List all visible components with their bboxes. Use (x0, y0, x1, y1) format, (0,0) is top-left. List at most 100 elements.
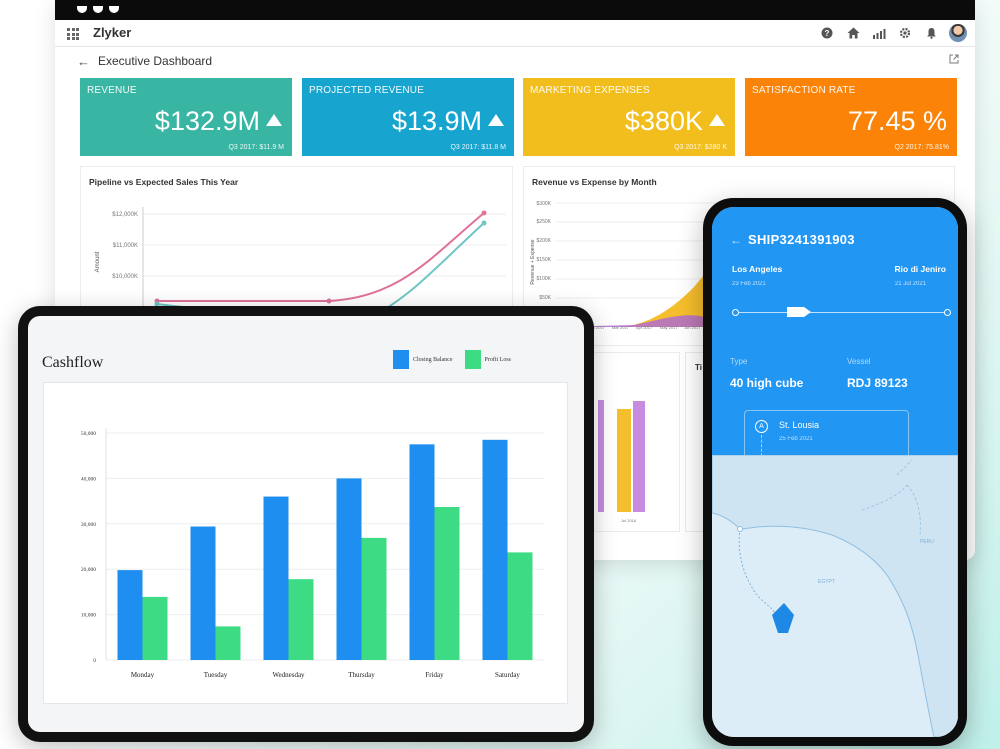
route-progress-line (736, 312, 946, 313)
x-tick-label: Saturday (495, 671, 520, 679)
y-axis-label: Revenue + Expense (530, 239, 536, 284)
map-label: EGYPT (818, 579, 835, 585)
dashboard-header: ← Executive Dashboard (77, 52, 212, 70)
y-tick: $250K (537, 219, 552, 225)
x-tick: Mar 2017 (612, 325, 630, 330)
y-tick-label: 20,000 (81, 567, 96, 573)
kpi-card-projected-revenue[interactable]: PROJECTED REVENUE $13.9M Q3 2017: $11.8 … (302, 78, 514, 156)
kpi-label: SATISFACTION RATE (752, 85, 856, 96)
kpi-value: $13.9M (391, 106, 482, 136)
y-axis-label: Amount (95, 251, 101, 272)
map-label: PERU (920, 539, 934, 545)
cashflow-chart-container: 50,000 40,000 30,000 20,000 10,000 0 Monday Tue… (43, 382, 568, 704)
bar-closing-balance (336, 478, 362, 660)
back-arrow-icon[interactable]: ← (730, 233, 742, 247)
gear-icon[interactable] (897, 25, 913, 41)
shipment-map[interactable]: EGYPT PERU (712, 455, 958, 737)
cashflow-bar-chart: 50,000 40,000 30,000 20,000 10,000 0 Monday Tue… (81, 428, 544, 679)
lower-bar-chart: Jul 2016 (598, 400, 645, 523)
bar-closing-balance (482, 439, 508, 660)
trend-up-icon (709, 114, 725, 126)
x-tick-label: Thursday (348, 671, 375, 679)
legend-swatch (464, 350, 481, 369)
back-arrow-icon[interactable]: ← (77, 54, 90, 69)
y-tick: $12,000K (112, 212, 138, 218)
legend-item-closing-balance[interactable]: Closing Balance (393, 350, 453, 369)
y-tick-label: 10,000 (81, 613, 96, 619)
legend-item-profit-loss[interactable]: Profit Loss (464, 350, 512, 369)
y-tick-label: 40,000 (81, 476, 96, 482)
bar-closing-balance (263, 496, 289, 660)
bar-profit-loss (434, 507, 460, 660)
legend-label: Closing Balance (413, 356, 453, 363)
top-icons: ? (819, 24, 967, 42)
external-link-icon[interactable] (949, 53, 959, 67)
y-tick-label: 0 (93, 658, 96, 664)
kpi-card-satisfaction-rate[interactable]: SATISFACTION RATE 77.45 % Q2 2017: 75.81… (745, 78, 957, 156)
stop-date: 25 Feb 2021 (779, 436, 813, 442)
stop-name: St. Lousia (779, 420, 820, 430)
stop-marker-icon: A (755, 420, 768, 433)
kpi-card-revenue[interactable]: REVENUE $132.9M Q3 2017: $11.9 M (80, 78, 292, 156)
home-icon[interactable] (845, 25, 861, 41)
legend-label: Profit Loss (484, 356, 512, 363)
bar-profit-loss (507, 552, 533, 660)
panel-title: Ti (695, 363, 702, 372)
route-end-dot (944, 309, 951, 316)
kpi-value: $132.9M (154, 106, 260, 136)
kpi-value: $380K (624, 106, 703, 136)
destination-date: 21 Jul 2021 (894, 281, 926, 287)
kpi-card-marketing-expenses[interactable]: MARKETING EXPENSES $380K Q3 2017: $280 K (523, 78, 735, 156)
bar-closing-balance (190, 526, 216, 660)
bar-profit-loss (142, 596, 168, 660)
y-tick-label: 50,000 (81, 431, 96, 437)
kpi-value: 77.45 % (847, 106, 947, 136)
help-icon[interactable]: ? (819, 25, 835, 41)
avatar[interactable] (949, 24, 967, 42)
type-label: Type (730, 357, 748, 366)
route-start-dot (732, 309, 739, 316)
ship-icon (787, 307, 811, 317)
bar-closing-balance (117, 570, 143, 660)
trend-up-icon (266, 114, 282, 126)
app-name: Zlyker (93, 25, 132, 40)
x-tick-label: Tuesday (204, 671, 228, 679)
x-tick: Jun 2017 (684, 325, 701, 330)
chart-legend: Closing Balance Profit Loss (393, 350, 511, 369)
y-tick: $10,000K (112, 274, 138, 280)
legend-swatch (393, 350, 409, 369)
x-tick: Jul 2016 (621, 518, 637, 523)
kpi-comparison: Q3 2017: $11.9 M (228, 144, 284, 151)
x-tick-label: Wednesday (272, 671, 305, 679)
page-title: Executive Dashboard (98, 54, 213, 68)
y-tick: $50K (539, 295, 551, 301)
kpi-comparison: Q3 2017: $280 K (674, 144, 727, 151)
x-tick: May 2017 (660, 325, 678, 330)
bar-profit-loss (215, 626, 241, 660)
bell-icon[interactable] (923, 25, 939, 41)
vessel-value: RDJ 89123 (847, 376, 908, 390)
kpi-comparison: Q3 2017: $11.8 M (450, 144, 506, 151)
bar-profit-loss (288, 579, 314, 660)
brand-logo (77, 0, 137, 13)
shipment-id: SHIP3241391903 (748, 232, 855, 247)
y-tick: $100K (537, 276, 552, 282)
x-tick-label: Friday (425, 671, 444, 679)
kpi-label: PROJECTED REVENUE (309, 85, 425, 96)
shipment-header: ← SHIP3241391903 Los Angeles Rio di Jeni… (712, 207, 958, 466)
phone-device: ← SHIP3241391903 Los Angeles Rio di Jeni… (703, 198, 967, 746)
bar-profit-loss (361, 537, 387, 660)
kpi-comparison: Q2 2017: 75.81% (894, 144, 950, 151)
type-value: 40 high cube (730, 376, 804, 390)
pipeline-line-chart: $12,000K $11,000K $10,000K Amount (95, 207, 506, 317)
analytics-icon[interactable] (871, 25, 887, 41)
y-tick: $150K (537, 257, 552, 263)
origin-city: Los Angeles (732, 264, 783, 274)
vessel-label: Vessel (847, 357, 871, 366)
x-tick: Apr 2017 (636, 325, 653, 330)
y-tick: $300K (537, 201, 552, 207)
tablet-screen: Cashflow Closing Balance Profit Loss 50,… (28, 316, 584, 732)
y-tick: $200K (537, 238, 552, 244)
apps-grid-icon[interactable] (67, 28, 79, 40)
x-tick-label: Monday (131, 671, 155, 679)
